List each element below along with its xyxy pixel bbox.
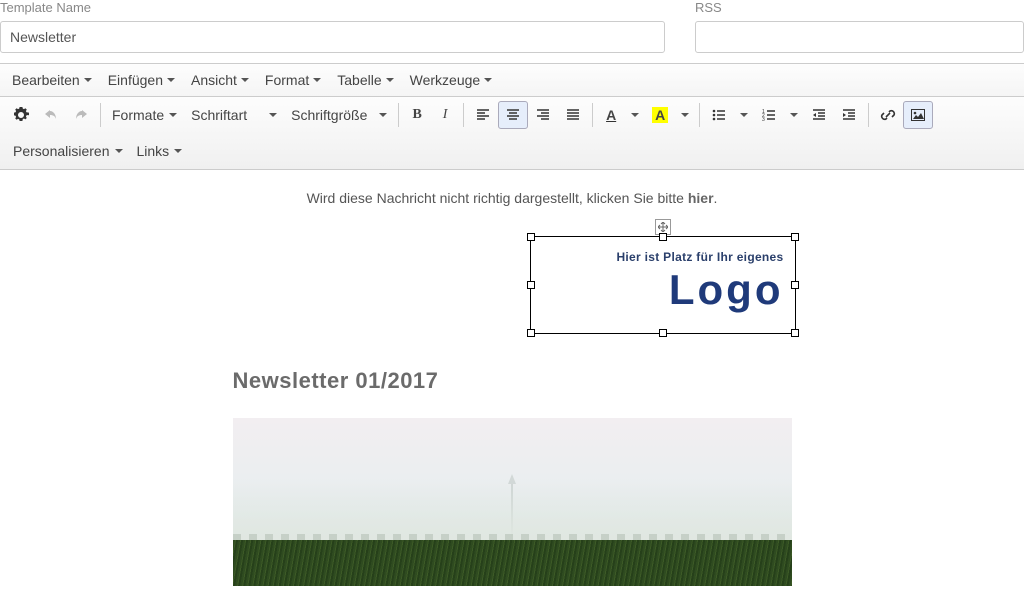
italic-button[interactable]: I [431,101,459,129]
bullet-list-arrow[interactable] [734,101,754,129]
text-color-icon: A [606,107,616,123]
indent-button[interactable] [834,101,864,129]
email-body: Hier ist Platz für Ihr eigenes Logo News… [215,220,810,586]
caret-down-icon [269,113,277,117]
hero-image[interactable] [233,418,792,586]
bullet-list-button[interactable] [704,101,734,129]
caret-down-icon [115,149,123,153]
caret-down-icon [313,78,321,82]
menu-view[interactable]: Ansicht [185,68,255,92]
font-size-dropdown[interactable]: Schriftgröße [284,101,394,129]
caret-down-icon [790,113,798,117]
numbered-list-button[interactable]: 123 [754,101,784,129]
caret-down-icon [386,78,394,82]
editor-canvas[interactable]: Wird diese Nachricht nicht richtig darge… [0,170,1024,586]
caret-down-icon [169,113,177,117]
background-color-arrow[interactable] [675,101,695,129]
editor-menubar: Bearbeiten Einfügen Ansicht Format Tabel… [0,63,1024,97]
align-justify-icon [565,107,581,123]
align-left-icon [475,107,491,123]
text-color-arrow[interactable] [625,101,645,129]
font-family-dropdown[interactable]: Schriftart [184,101,284,129]
link-icon [880,107,896,123]
view-online-link[interactable]: hier [688,190,714,206]
resize-handle-nw[interactable] [527,233,535,241]
image-selection-frame[interactable] [530,236,796,334]
view-online-notice: Wird diese Nachricht nicht richtig darge… [0,182,1024,220]
undo-button[interactable] [36,101,66,129]
caret-down-icon [681,113,689,117]
redo-icon [73,107,89,123]
align-right-icon [535,107,551,123]
align-right-button[interactable] [528,101,558,129]
rss-label: RSS [695,0,1024,15]
bullet-list-icon [711,107,727,123]
links-dropdown[interactable]: Links [130,137,190,165]
svg-text:3: 3 [762,117,765,123]
caret-down-icon [241,78,249,82]
settings-button[interactable] [6,101,36,129]
resize-handle-ne[interactable] [791,233,799,241]
highlight-icon: A [652,107,668,123]
resize-handle-n[interactable] [659,233,667,241]
insert-link-button[interactable] [873,101,903,129]
menu-tools[interactable]: Werkzeuge [404,68,499,92]
outdent-button[interactable] [804,101,834,129]
gear-icon [13,107,29,123]
text-color-button[interactable]: A [597,101,625,129]
redo-button[interactable] [66,101,96,129]
caret-down-icon [631,113,639,117]
editor-toolbar: Formate Schriftart Schriftgröße B I A A [0,97,1024,170]
template-name-input[interactable] [0,21,665,53]
caret-down-icon [379,113,387,117]
caret-down-icon [84,78,92,82]
resize-handle-se[interactable] [791,329,799,337]
caret-down-icon [740,113,748,117]
caret-down-icon [174,149,182,153]
template-name-label: Template Name [0,0,665,15]
resize-handle-s[interactable] [659,329,667,337]
undo-icon [43,107,59,123]
align-center-button[interactable] [498,101,528,129]
resize-handle-sw[interactable] [527,329,535,337]
menu-edit[interactable]: Bearbeiten [6,68,98,92]
newsletter-title[interactable]: Newsletter 01/2017 [233,368,792,394]
bold-button[interactable]: B [403,101,431,129]
background-color-button[interactable]: A [645,101,675,129]
menu-table[interactable]: Tabelle [331,68,399,92]
numbered-list-icon: 123 [761,107,777,123]
menu-insert[interactable]: Einfügen [102,68,181,92]
numbered-list-arrow[interactable] [784,101,804,129]
resize-handle-w[interactable] [527,281,535,289]
indent-icon [841,107,857,123]
menu-format[interactable]: Format [259,68,327,92]
rss-input[interactable] [695,21,1024,53]
insert-image-button[interactable] [903,101,933,129]
bold-icon: B [412,107,421,123]
outdent-icon [811,107,827,123]
formats-dropdown[interactable]: Formate [105,101,184,129]
align-left-button[interactable] [468,101,498,129]
caret-down-icon [167,78,175,82]
resize-handle-e[interactable] [791,281,799,289]
align-center-icon [505,107,521,123]
align-justify-button[interactable] [558,101,588,129]
personalize-dropdown[interactable]: Personalisieren [6,137,130,165]
caret-down-icon [484,78,492,82]
italic-icon: I [443,107,448,123]
image-icon [910,107,926,123]
